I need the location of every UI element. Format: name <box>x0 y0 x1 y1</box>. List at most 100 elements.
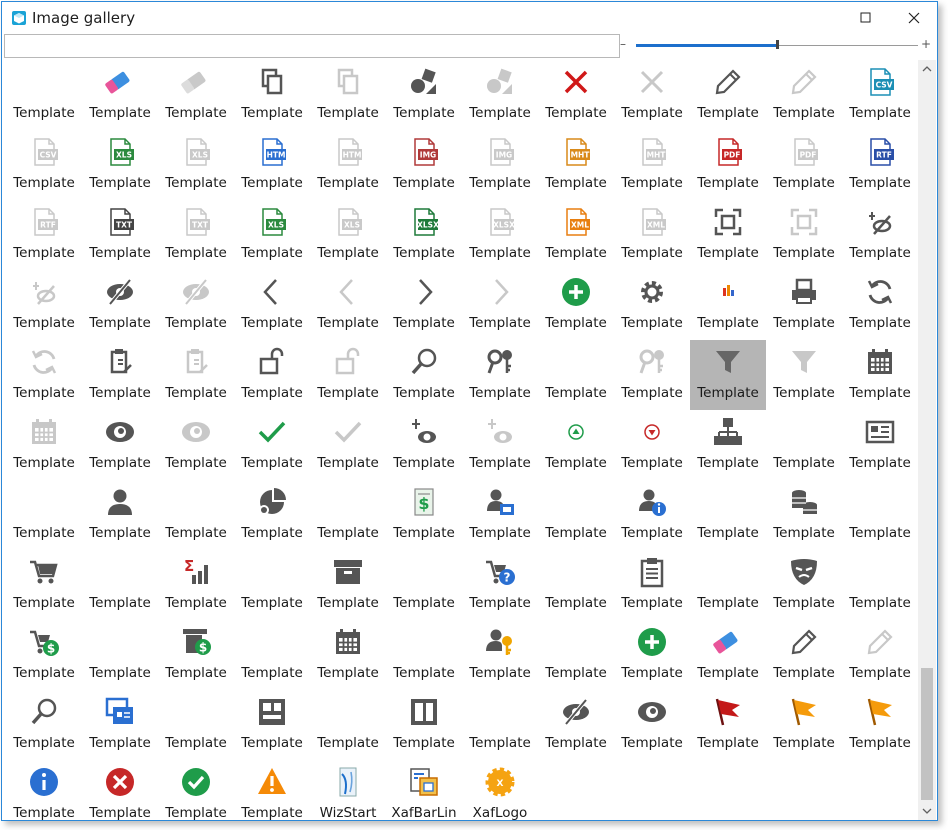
gallery-item[interactable]: Template <box>82 60 158 130</box>
gallery-item[interactable]: Template <box>690 620 766 690</box>
vertical-scrollbar[interactable] <box>918 60 936 820</box>
gallery-item[interactable]: XLSX Template <box>386 200 462 270</box>
gallery-item[interactable]: Template <box>462 270 538 340</box>
gallery-item[interactable]: CSV Template <box>6 130 82 200</box>
scroll-up-arrow-icon[interactable] <box>918 60 936 78</box>
gallery-item[interactable]: XLS Template <box>158 130 234 200</box>
gallery-item[interactable]: IMG Template <box>386 130 462 200</box>
gallery-item[interactable]: Template <box>538 340 614 410</box>
gallery-item[interactable]: Template <box>158 270 234 340</box>
gallery-item[interactable]: Template <box>158 480 234 550</box>
gallery-item[interactable]: Template <box>82 550 158 620</box>
gallery-item[interactable]: Template <box>6 690 82 760</box>
gallery-item[interactable]: Template <box>158 760 234 820</box>
gallery-item[interactable]: Template <box>234 270 310 340</box>
gallery-item[interactable]: X XafLogo <box>462 760 538 820</box>
gallery-item[interactable]: Template <box>6 60 82 130</box>
gallery-item[interactable]: Template <box>6 340 82 410</box>
gallery-item[interactable]: $ Template <box>158 620 234 690</box>
gallery-item[interactable]: Template <box>386 690 462 760</box>
gallery-item[interactable]: Template <box>310 690 386 760</box>
gallery-item[interactable]: HTM Template <box>310 130 386 200</box>
gallery-item[interactable]: Template <box>310 550 386 620</box>
gallery-item[interactable]: Template <box>386 270 462 340</box>
gallery-item[interactable]: Template <box>386 340 462 410</box>
gallery-item[interactable]: Σ Template <box>158 550 234 620</box>
gallery-item[interactable]: Template <box>82 270 158 340</box>
gallery-item[interactable]: Template <box>766 550 842 620</box>
gallery-item[interactable]: Template <box>82 480 158 550</box>
gallery-item[interactable]: Template <box>842 550 917 620</box>
gallery-item[interactable]: Template <box>462 60 538 130</box>
gallery-item[interactable]: RTF Template <box>6 200 82 270</box>
gallery-item[interactable]: IMG Template <box>462 130 538 200</box>
gallery-item[interactable]: Template <box>690 200 766 270</box>
gallery-item[interactable]: Template <box>386 550 462 620</box>
gallery-item[interactable]: Template <box>310 340 386 410</box>
maximize-button[interactable] <box>842 2 888 34</box>
gallery-item[interactable]: Template <box>690 340 766 410</box>
gallery-item[interactable]: PDF Template <box>766 130 842 200</box>
gallery-item[interactable]: Template <box>842 620 917 690</box>
gallery-item[interactable]: Template <box>234 620 310 690</box>
gallery-item[interactable]: XLS Template <box>310 200 386 270</box>
gallery-item[interactable]: Template <box>82 410 158 480</box>
gallery-item[interactable]: Template <box>614 690 690 760</box>
gallery-item[interactable]: RTF Template <box>842 130 917 200</box>
gallery-item[interactable]: Template <box>158 690 234 760</box>
gallery-item[interactable]: WizStart <box>310 760 386 820</box>
gallery-item[interactable]: Template <box>234 690 310 760</box>
gallery-item[interactable]: Template <box>6 550 82 620</box>
gallery-item[interactable]: ? Template <box>462 550 538 620</box>
gallery-item[interactable]: Template <box>82 760 158 820</box>
gallery-item[interactable]: XLS Template <box>234 200 310 270</box>
gallery-item[interactable]: XLSX Template <box>462 200 538 270</box>
gallery-item[interactable]: MHT Template <box>614 130 690 200</box>
gallery-item[interactable]: Template <box>766 480 842 550</box>
gallery-item[interactable]: Template <box>310 480 386 550</box>
gallery-item[interactable]: HTM Template <box>234 130 310 200</box>
gallery-item[interactable]: Template <box>766 270 842 340</box>
gallery-item[interactable]: Template <box>386 620 462 690</box>
gallery-item[interactable]: Template <box>842 690 917 760</box>
gallery-item[interactable]: Template <box>82 690 158 760</box>
gallery-item[interactable]: Template <box>690 410 766 480</box>
gallery-item[interactable]: Template <box>82 620 158 690</box>
gallery-item[interactable]: Template <box>82 340 158 410</box>
gallery-item[interactable]: Template <box>310 410 386 480</box>
gallery-item[interactable]: Template <box>158 410 234 480</box>
gallery-item[interactable]: XML Template <box>538 200 614 270</box>
gallery-item[interactable]: Template <box>462 410 538 480</box>
search-input[interactable] <box>4 34 620 58</box>
gallery-item[interactable]: Template <box>766 200 842 270</box>
gallery-item[interactable]: TXT Template <box>82 200 158 270</box>
scrollbar-thumb[interactable] <box>921 668 933 800</box>
gallery-item[interactable]: CSV Template <box>842 60 917 130</box>
gallery-item[interactable]: Template <box>462 480 538 550</box>
gallery-item[interactable]: Template <box>6 270 82 340</box>
gallery-item[interactable]: Template <box>842 270 917 340</box>
gallery-item[interactable]: Template <box>310 60 386 130</box>
gallery-item[interactable]: Template <box>690 480 766 550</box>
gallery-item[interactable]: Template <box>690 270 766 340</box>
gallery-item[interactable]: Template <box>538 690 614 760</box>
gallery-item[interactable]: Template <box>614 620 690 690</box>
gallery-item[interactable]: Template <box>538 550 614 620</box>
gallery-item[interactable]: Template <box>842 410 917 480</box>
gallery-item[interactable]: Template <box>766 410 842 480</box>
gallery-item[interactable]: Template <box>6 410 82 480</box>
gallery-item[interactable]: XafBarLin <box>386 760 462 820</box>
zoom-slider-thumb[interactable] <box>776 40 779 49</box>
gallery-item[interactable]: Template <box>234 60 310 130</box>
gallery-item[interactable]: $ Template <box>6 620 82 690</box>
gallery-item[interactable]: Template <box>614 480 690 550</box>
gallery-item[interactable]: Template <box>234 760 310 820</box>
gallery-item[interactable]: Template <box>538 60 614 130</box>
gallery-item[interactable]: Template <box>766 60 842 130</box>
gallery-item[interactable]: Template <box>234 410 310 480</box>
gallery-item[interactable]: Template <box>690 60 766 130</box>
gallery-item[interactable]: Template <box>6 480 82 550</box>
gallery-item[interactable]: $ Template <box>386 480 462 550</box>
gallery-item[interactable]: Template <box>158 340 234 410</box>
gallery-item[interactable]: PDF Template <box>690 130 766 200</box>
